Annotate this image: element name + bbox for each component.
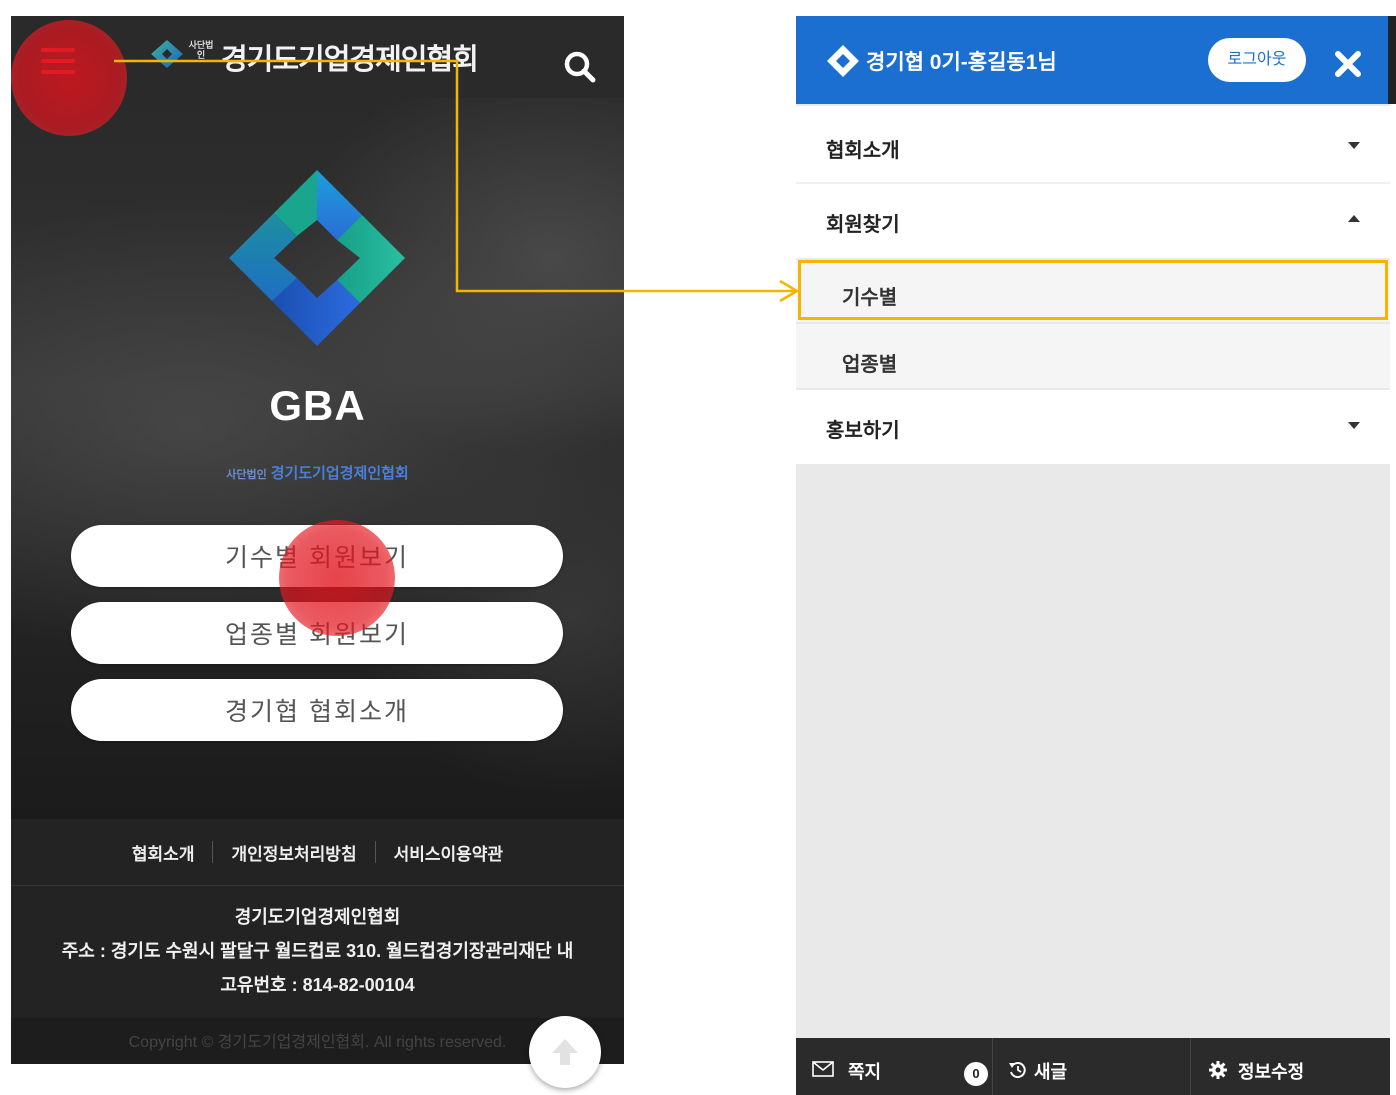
- footer-divider: [1190, 1038, 1191, 1095]
- menu-item-label: 협회소개: [826, 140, 900, 162]
- site-logo-icon[interactable]: [149, 38, 185, 70]
- site-logo-icon: [827, 45, 859, 77]
- menu-item-find-members[interactable]: 회원찾기: [796, 184, 1390, 258]
- side-menu-footer: 쪽지 0 새글 정보수정: [796, 1038, 1390, 1095]
- side-menu-header: 경기협 0기-홍길동1님 로그아웃: [796, 16, 1390, 104]
- footer-reg-number: 고유번호 : 814-82-00104: [220, 975, 415, 995]
- footer-links: 협회소개 개인정보처리방침 서비스이용약관: [11, 819, 624, 886]
- submenu-item-by-industry[interactable]: 업종별: [796, 324, 1390, 388]
- association-intro-button[interactable]: 경기협 협회소개: [71, 679, 563, 741]
- logged-in-user: 경기협 0기-홍길동1님: [866, 51, 1057, 74]
- envelope-icon: [812, 1061, 834, 1077]
- mobile-home-screen: 사단법인 경기도기업경제인협회 GBA 사단법인 경기도기업경제인협회 기수별 …: [11, 16, 624, 1064]
- chevron-down-icon: [1348, 422, 1360, 429]
- history-icon: [1009, 1062, 1026, 1079]
- footer-link-privacy[interactable]: 개인정보처리방침: [213, 840, 374, 865]
- new-posts-label: 새글: [1034, 1062, 1068, 1082]
- gear-icon: [1209, 1061, 1227, 1079]
- chevron-up-icon: [1348, 215, 1360, 222]
- footer-divider: [992, 1038, 993, 1095]
- highlight-annotation: [798, 260, 1388, 320]
- arrow-up-icon: [552, 1039, 578, 1065]
- org-name: 경기도기업경제인협회: [270, 465, 409, 482]
- messages-button[interactable]: 쪽지 0: [810, 1038, 988, 1095]
- menu-item-promotion[interactable]: 홍보하기: [796, 390, 1390, 464]
- edit-profile-button[interactable]: 정보수정: [1206, 1038, 1376, 1095]
- tap-indicator-menu: [11, 20, 127, 136]
- side-menu-panel: 경기협 0기-홍길동1님 로그아웃 협회소개 회원찾기 기수별 업종별 홍보하기: [796, 16, 1390, 1095]
- menu-item-association-intro[interactable]: 협회소개: [796, 106, 1390, 184]
- footer-link-intro[interactable]: 협회소개: [114, 840, 213, 865]
- chevron-down-icon: [1348, 142, 1360, 149]
- org-type-mark: 사단법인: [226, 469, 267, 481]
- messages-count-badge: 0: [964, 1062, 988, 1086]
- edit-profile-label: 정보수정: [1238, 1062, 1305, 1082]
- menu-item-label: 회원찾기: [826, 214, 900, 236]
- logout-button[interactable]: 로그아웃: [1208, 38, 1306, 82]
- org-type-tag: 사단법인: [188, 40, 214, 60]
- tap-indicator-button: [279, 520, 395, 636]
- new-posts-button[interactable]: 새글: [1006, 1038, 1176, 1095]
- panel-edge: [1388, 16, 1396, 104]
- footer-link-terms[interactable]: 서비스이용약관: [376, 840, 521, 865]
- footer-address: 주소 : 경기도 수원시 팔달구 월드컵로 310. 월드컵경기장관리재단 내: [61, 941, 574, 961]
- footer-org-name: 경기도기업경제인협회: [234, 907, 401, 927]
- close-icon[interactable]: [1334, 50, 1362, 78]
- org-subtitle: 사단법인 경기도기업경제인협회: [11, 462, 624, 483]
- search-icon[interactable]: [563, 50, 597, 84]
- submenu-item-label: 업종별: [842, 354, 898, 376]
- menu-item-label: 홍보하기: [826, 420, 900, 442]
- brand-name: GBA: [269, 382, 366, 429]
- scroll-to-top-button[interactable]: [529, 1016, 601, 1088]
- messages-label: 쪽지: [848, 1062, 882, 1082]
- footer-info: 경기도기업경제인협회 주소 : 경기도 수원시 팔달구 월드컵로 310. 월드…: [11, 886, 624, 1018]
- site-title[interactable]: 경기도기업경제인협회: [221, 36, 479, 78]
- gba-diamond-logo: [229, 170, 405, 346]
